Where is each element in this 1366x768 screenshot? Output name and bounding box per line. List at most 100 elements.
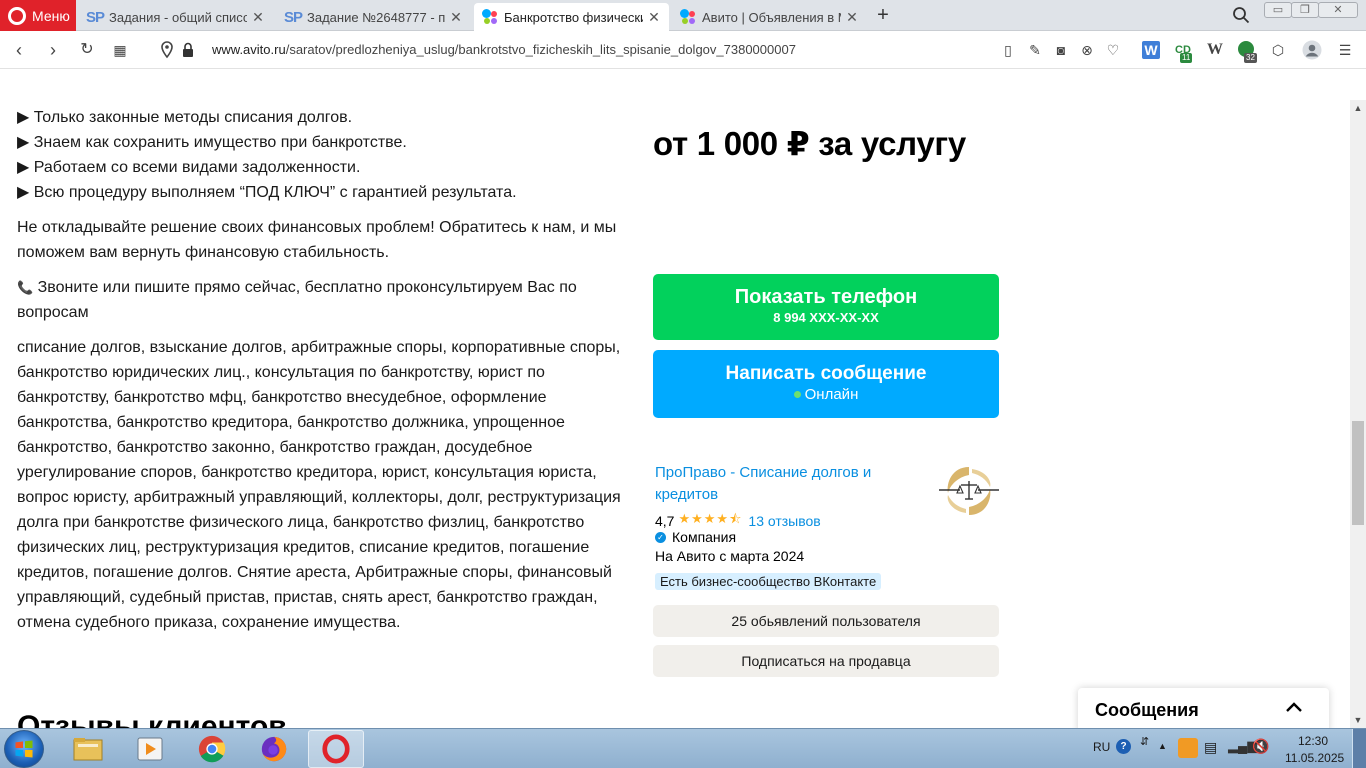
page-scrollbar[interactable]: ▲ ▼ bbox=[1350, 100, 1366, 728]
heart-icon[interactable]: ♡ bbox=[1104, 41, 1122, 59]
write-message-button[interactable]: Написать сообщение Онлайн bbox=[653, 350, 999, 418]
tab-search-icon[interactable] bbox=[1232, 6, 1250, 24]
close-window-button[interactable]: ✕ bbox=[1318, 2, 1358, 18]
tab-close-icon[interactable]: ✕ bbox=[449, 9, 463, 26]
benefit-item: ▶ Только законные методы списания долгов… bbox=[17, 109, 353, 126]
seller-type-label: Компания bbox=[672, 529, 737, 545]
seller-name-link[interactable]: ПроПраво - Списание долгов и кредитов bbox=[655, 462, 915, 506]
help-icon[interactable]: ? bbox=[1116, 739, 1131, 754]
reader-mode-icon[interactable]: ▯ bbox=[999, 41, 1017, 59]
scroll-down-arrow-icon[interactable]: ▼ bbox=[1350, 712, 1366, 728]
call-text: Звоните или пишите прямо сейчас, бесплат… bbox=[17, 279, 577, 321]
benefit-list: ▶ Только законные методы списания долгов… bbox=[17, 105, 622, 205]
profile-avatar-icon[interactable] bbox=[1302, 40, 1322, 60]
firefox-taskbar-button[interactable] bbox=[246, 730, 302, 768]
device-icon[interactable]: ▤ bbox=[1204, 739, 1217, 756]
tab-4[interactable]: Авито | Объявления в Мо ✕ bbox=[672, 3, 867, 31]
adblock-icon[interactable]: ⊗ bbox=[1078, 41, 1096, 59]
tab-1[interactable]: SP Задания - общий список s ✕ bbox=[78, 3, 273, 31]
opera-logo-icon bbox=[8, 6, 26, 25]
tab-title: Задание №2648777 - прос bbox=[307, 9, 445, 25]
forward-icon[interactable]: › bbox=[43, 40, 63, 60]
opera-icon bbox=[322, 734, 350, 764]
avito-icon bbox=[482, 9, 498, 25]
address-bar-row: ‹ › ↻ ▦ www.avito.ru/saratov/predlozheni… bbox=[0, 31, 1366, 69]
tab-title: Задания - общий список s bbox=[109, 9, 247, 25]
minimize-window-button[interactable]: ▭ bbox=[1264, 2, 1292, 18]
show-phone-button[interactable]: Показать телефон 8 994 XXX-XX-XX bbox=[653, 274, 999, 340]
media-player-icon bbox=[137, 737, 163, 761]
folder-icon bbox=[73, 738, 103, 761]
reviews-heading: Отзывы клиентов bbox=[17, 710, 287, 728]
benefit-item: ▶ Знаем как сохранить имущество при банк… bbox=[17, 134, 407, 151]
explorer-taskbar-button[interactable] bbox=[60, 730, 116, 768]
chevron-up-icon[interactable] bbox=[1283, 696, 1305, 718]
write-message-label: Написать сообщение bbox=[725, 363, 927, 384]
chrome-icon bbox=[198, 735, 226, 763]
browser-menu-button[interactable]: Меню bbox=[0, 0, 76, 31]
opera-taskbar-button[interactable] bbox=[308, 730, 364, 768]
show-desktop-button[interactable] bbox=[1352, 729, 1366, 768]
word-extension-icon[interactable]: W bbox=[1142, 41, 1160, 59]
camera-icon[interactable]: ◙ bbox=[1052, 41, 1070, 59]
show-phone-label: Показать телефон bbox=[734, 286, 918, 308]
price: от 1 000 ₽ за услугу bbox=[653, 125, 966, 162]
maximize-window-button[interactable]: ❐ bbox=[1291, 2, 1319, 18]
network-switch-icon[interactable]: ⇵ bbox=[1140, 735, 1149, 748]
messages-panel[interactable]: Сообщения bbox=[1078, 688, 1329, 728]
sp-icon: SP bbox=[284, 8, 303, 26]
cube-icon[interactable]: ⬡ bbox=[1269, 41, 1287, 59]
verified-check-icon: ✓ bbox=[655, 531, 666, 543]
green-extension-badge: 32 bbox=[1244, 53, 1257, 63]
wiki-extension-icon[interactable]: W bbox=[1206, 41, 1224, 59]
windows-taskbar: RU ? ⇵ ▲ ▤ ▂▄▆ 🔇 12:30 11.05.2025 bbox=[0, 728, 1366, 768]
sp-icon: SP bbox=[86, 8, 105, 26]
tab-close-icon[interactable]: ✕ bbox=[845, 9, 859, 26]
listing-description: ▶ Только законные методы списания долгов… bbox=[17, 105, 622, 645]
easy-setup-icon[interactable]: ☰ bbox=[1336, 41, 1354, 59]
browser-tab-strip: Меню SP Задания - общий список s ✕ SP За… bbox=[0, 0, 1366, 31]
call-paragraph: 📞 Звоните или пишите прямо сейчас, беспл… bbox=[17, 275, 622, 325]
benefit-item: ▶ Всю процедуру выполняем “ПОД КЛЮЧ” с г… bbox=[17, 184, 517, 201]
tray-expand-icon[interactable]: ▲ bbox=[1158, 741, 1167, 751]
url-host: www.avito.ru bbox=[212, 42, 286, 57]
new-tab-plus-icon[interactable]: + bbox=[873, 4, 893, 26]
page-content: ▶ Только законные методы списания долгов… bbox=[0, 69, 1350, 728]
reload-icon[interactable]: ↻ bbox=[77, 40, 97, 60]
lock-icon[interactable] bbox=[178, 40, 198, 60]
online-label: Онлайн bbox=[804, 386, 859, 403]
keywords-paragraph: списание долгов, взыскание долгов, арбит… bbox=[17, 339, 621, 631]
tray-app-icon[interactable] bbox=[1178, 738, 1198, 758]
clock-time[interactable]: 12:30 bbox=[1298, 734, 1328, 748]
menu-label: Меню bbox=[32, 7, 70, 24]
scroll-up-arrow-icon[interactable]: ▲ bbox=[1350, 100, 1366, 116]
back-icon[interactable]: ‹ bbox=[9, 40, 29, 60]
seller-logo-scales-icon[interactable] bbox=[938, 463, 1000, 519]
location-pin-icon[interactable] bbox=[157, 40, 177, 60]
description-paragraph: Не откладывайте решение своих финансовых… bbox=[17, 219, 617, 261]
tabs-grid-icon[interactable]: ▦ bbox=[110, 40, 130, 60]
volume-muted-icon[interactable]: 🔇 bbox=[1252, 738, 1269, 755]
windows-logo-icon bbox=[15, 740, 33, 758]
seller-since: На Авито с марта 2024 bbox=[655, 548, 805, 564]
tab-3-active[interactable]: Банкротство физических л ✕ bbox=[474, 3, 669, 31]
cd-badge: 11 bbox=[1180, 53, 1193, 63]
phone-masked: 8 994 XXX-XX-XX bbox=[773, 310, 879, 325]
subscribe-seller-button[interactable]: Подписаться на продавца bbox=[653, 645, 999, 677]
online-status: Онлайн bbox=[653, 386, 999, 403]
avito-icon bbox=[680, 9, 696, 25]
tab-2[interactable]: SP Задание №2648777 - прос ✕ bbox=[276, 3, 471, 31]
seller-type: ✓ Компания bbox=[655, 529, 736, 545]
reviews-link[interactable]: 13 отзывов bbox=[748, 513, 820, 529]
media-player-taskbar-button[interactable] bbox=[122, 730, 178, 768]
edit-icon[interactable]: ✎ bbox=[1026, 41, 1044, 59]
seller-ads-button[interactable]: 25 обьявлений пользователя bbox=[653, 605, 999, 637]
clock-date[interactable]: 11.05.2025 bbox=[1285, 751, 1344, 765]
url-field[interactable]: www.avito.ru/saratov/predlozheniya_uslug… bbox=[212, 42, 796, 57]
chrome-taskbar-button[interactable] bbox=[184, 730, 240, 768]
language-indicator[interactable]: RU bbox=[1093, 740, 1110, 754]
scroll-thumb[interactable] bbox=[1352, 421, 1364, 525]
tab-close-icon[interactable]: ✕ bbox=[647, 9, 661, 26]
start-button[interactable] bbox=[4, 730, 44, 768]
tab-close-icon[interactable]: ✕ bbox=[251, 9, 265, 26]
